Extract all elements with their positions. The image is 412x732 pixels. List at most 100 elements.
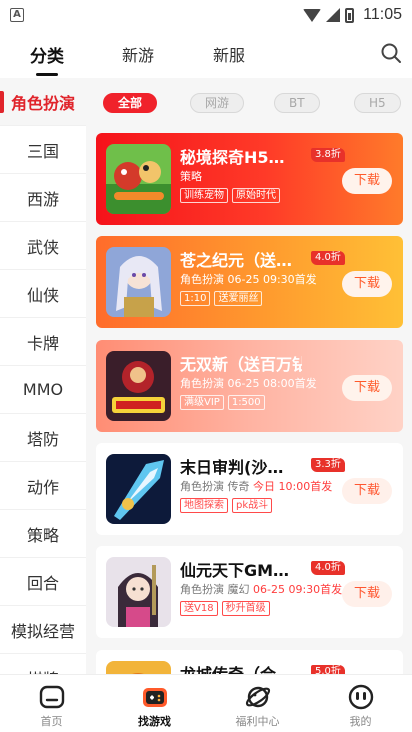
game-title: 苍之纪元（送… <box>180 251 293 270</box>
battery-icon <box>345 7 355 23</box>
game-tag: 满级VIP <box>180 395 224 410</box>
game-meta: 策略 <box>180 168 202 184</box>
clock: 11:05 <box>363 6 402 23</box>
filter-all[interactable]: 全部 <box>103 93 158 113</box>
sidebar-item-board[interactable]: 棋牌 <box>0 654 86 675</box>
sidebar-item-rpg[interactable]: 角色扮演 <box>0 78 86 126</box>
discount-badge: 3.8折 <box>311 148 345 162</box>
discount-badge: 4.0折 <box>311 561 345 575</box>
game-genre: 角色扮演 <box>180 273 224 286</box>
game-tag: 1:500 <box>227 395 265 410</box>
release-date: 06-25 09:30首发 <box>227 273 317 286</box>
sidebar-item-xianxia[interactable]: 仙侠 <box>0 270 86 318</box>
game-tags: 送V18 秒升首级 <box>180 601 270 616</box>
download-button[interactable]: 下载 <box>342 271 392 297</box>
game-title: 末日审判(沙… <box>180 458 284 477</box>
download-button[interactable]: 下载 <box>342 478 392 504</box>
wifi-icon <box>303 8 322 22</box>
game-genre: 角色扮演 传奇 <box>180 480 250 493</box>
status-icons: 11:05 <box>303 6 402 24</box>
filter-bt[interactable]: BT <box>274 93 320 113</box>
game-genre: 角色扮演 魔幻 <box>180 583 250 596</box>
sidebar-item-wuxia[interactable]: 武侠 <box>0 222 86 270</box>
game-tags: 地图探索 pk战斗 <box>180 498 273 513</box>
gamepad-icon <box>141 683 169 711</box>
filter-online[interactable]: 网游 <box>190 93 245 113</box>
game-meta: 角色扮演 06-25 09:30首发 <box>180 271 317 287</box>
sidebar-item-three-kingdoms[interactable]: 三国 <box>0 126 86 174</box>
nav-label: 福利中心 <box>235 715 280 728</box>
game-title: 仙元天下GM… <box>180 561 290 580</box>
bottom-nav: 首页 找游戏 福利中心 我的 <box>0 674 412 732</box>
sidebar-item-action[interactable]: 动作 <box>0 462 86 510</box>
release-date: 06-25 09:30首发 <box>253 583 343 596</box>
top-tab-bar: 分类 新游 新服 <box>0 34 412 76</box>
game-tag: 秒升首级 <box>221 601 270 616</box>
game-tag: pk战斗 <box>232 498 273 513</box>
game-icon-azure-era <box>106 247 171 317</box>
game-meta: 角色扮演 传奇 今日 10:00首发 <box>180 478 332 494</box>
filter-chips: 全部 网游 BT H5 <box>86 78 412 128</box>
profile-icon <box>347 683 375 711</box>
tab-category[interactable]: 分类 <box>30 42 64 76</box>
sidebar-item-strategy[interactable]: 策略 <box>0 510 86 558</box>
game-tag: 送爱丽丝 <box>214 291 263 306</box>
discount-badge: 5.0折 <box>311 665 345 674</box>
signal-icon <box>326 8 341 22</box>
game-tags: 满级VIP 1:500 <box>180 395 265 410</box>
tab-new-games[interactable]: 新游 <box>122 42 154 66</box>
game-tags: 1:10 送爱丽丝 <box>180 291 263 306</box>
game-icon-mystic-explore <box>106 144 171 214</box>
app-screen: A 11:05 分类 新游 新服 角色扮演 三国 西游 武侠 仙侠 卡牌 MMO… <box>0 0 412 732</box>
game-card[interactable]: 仙元天下GM… 4.0折 角色扮演 魔幻 06-25 09:30首发 送V18 … <box>96 546 403 638</box>
notification-icon: A <box>10 8 24 22</box>
nav-profile[interactable]: 我的 <box>309 675 412 732</box>
game-card[interactable]: 龙城传奇（合… 5.0折 <box>96 650 403 674</box>
game-title: 无双新（送百万钻… <box>180 355 302 374</box>
game-meta: 角色扮演 魔幻 06-25 09:30首发 <box>180 581 342 597</box>
game-tag: 训练宠物 <box>180 188 228 203</box>
game-icon-xianyuan <box>106 557 171 627</box>
planet-icon <box>244 683 272 711</box>
download-button[interactable]: 下载 <box>342 375 392 401</box>
sidebar-item-journey-west[interactable]: 西游 <box>0 174 86 222</box>
tab-new-servers[interactable]: 新服 <box>213 42 245 66</box>
category-sidebar: 角色扮演 三国 西游 武侠 仙侠 卡牌 MMO 塔防 动作 策略 回合 模拟经营… <box>0 78 86 674</box>
game-card[interactable]: 无双新（送百万钻… 角色扮演 06-25 08:00首发 满级VIP 1:500… <box>96 340 403 432</box>
nav-home[interactable]: 首页 <box>0 675 103 732</box>
nav-label: 我的 <box>349 715 372 728</box>
game-list-panel: 全部 网游 BT H5 秘境探奇H5… 3.8折 策略 训练宠物 原始时代 下载… <box>86 78 412 674</box>
release-date: 今日 10:00首发 <box>253 480 333 493</box>
game-tag: 1:10 <box>180 291 211 306</box>
discount-badge: 3.3折 <box>311 458 345 472</box>
status-bar: A 11:05 <box>0 0 412 30</box>
filter-h5[interactable]: H5 <box>354 93 401 113</box>
nav-label: 找游戏 <box>138 715 171 728</box>
game-card[interactable]: 秘境探奇H5… 3.8折 策略 训练宠物 原始时代 下载 <box>96 133 403 225</box>
sidebar-item-turn-based[interactable]: 回合 <box>0 558 86 606</box>
game-icon-dragon-city <box>106 661 171 674</box>
download-button[interactable]: 下载 <box>342 168 392 194</box>
game-card[interactable]: 苍之纪元（送… 4.0折 角色扮演 06-25 09:30首发 1:10 送爱丽… <box>96 236 403 328</box>
game-tag: 地图探索 <box>180 498 228 513</box>
game-tag: 原始时代 <box>232 188 280 203</box>
search-icon[interactable] <box>380 42 402 64</box>
download-button[interactable]: 下载 <box>342 581 392 607</box>
game-icon-doomsday <box>106 454 171 524</box>
nav-welfare-center[interactable]: 福利中心 <box>206 675 309 732</box>
sidebar-item-mmo[interactable]: MMO <box>0 366 86 414</box>
game-title: 秘境探奇H5… <box>180 148 285 167</box>
discount-badge: 4.0折 <box>311 251 345 265</box>
game-icon-wushuang <box>106 351 171 421</box>
game-genre: 角色扮演 <box>180 377 224 390</box>
game-genre: 策略 <box>180 170 202 183</box>
sidebar-item-tower-defense[interactable]: 塔防 <box>0 414 86 462</box>
sidebar-item-card[interactable]: 卡牌 <box>0 318 86 366</box>
nav-find-games[interactable]: 找游戏 <box>103 675 206 732</box>
game-card[interactable]: 末日审判(沙… 3.3折 角色扮演 传奇 今日 10:00首发 地图探索 pk战… <box>96 443 403 535</box>
sidebar-item-simulation[interactable]: 模拟经营 <box>0 606 86 654</box>
home-icon <box>38 683 66 711</box>
game-tags: 训练宠物 原始时代 <box>180 188 280 203</box>
game-tag: 送V18 <box>180 601 218 616</box>
game-title: 龙城传奇（合… <box>180 661 292 674</box>
